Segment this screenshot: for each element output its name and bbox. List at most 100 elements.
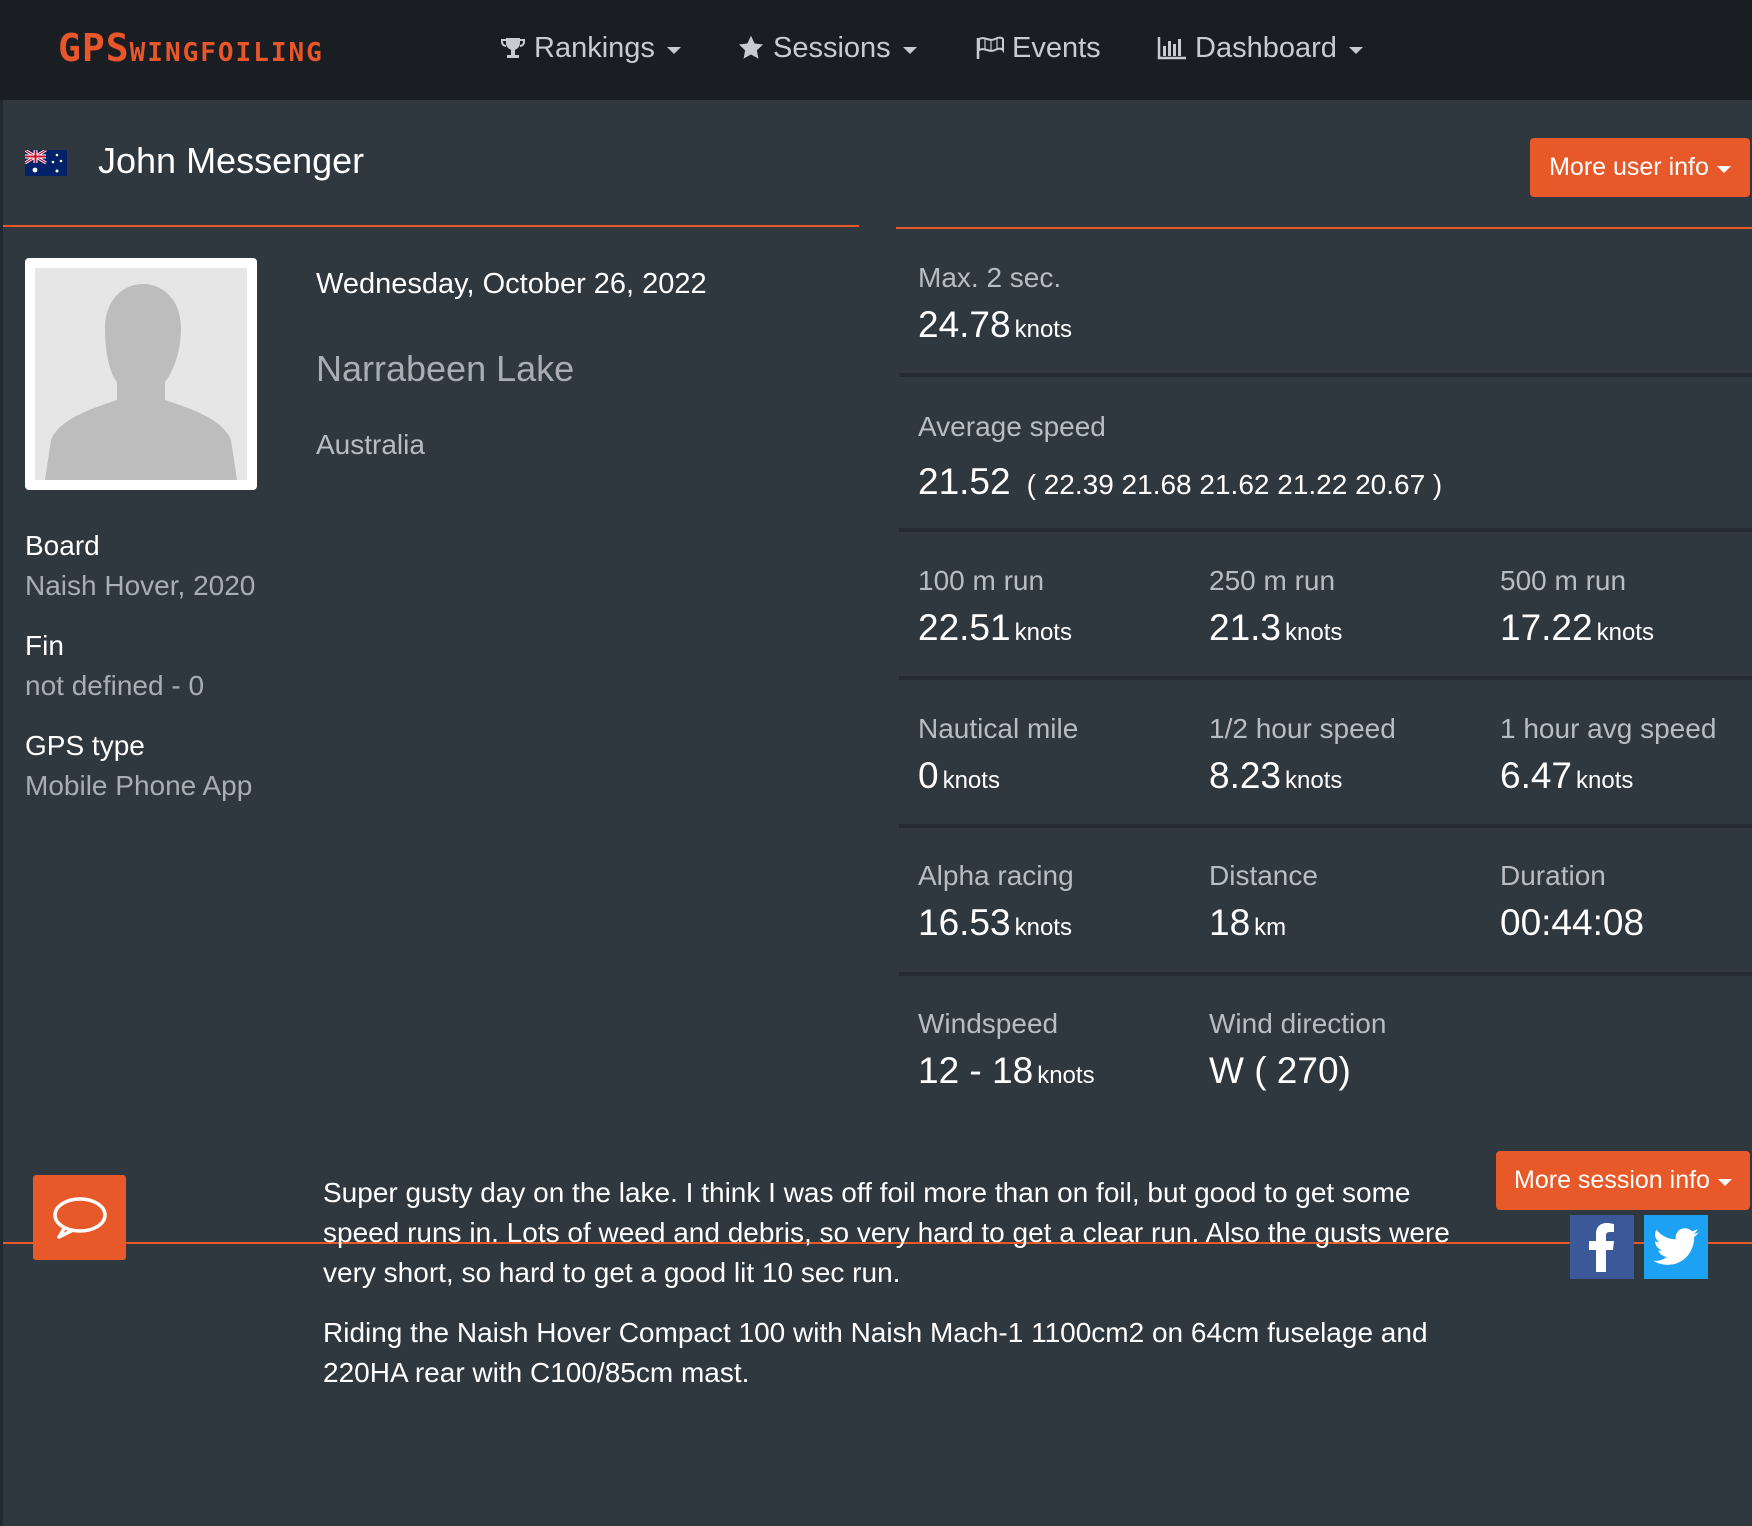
logo-gps-text: GPS: [58, 26, 130, 70]
stat-number: 00:44:08: [1500, 902, 1645, 943]
more-session-info-label: More session info: [1514, 1166, 1710, 1194]
more-session-info-button[interactable]: More session info: [1496, 1151, 1750, 1210]
stat-label: Duration: [1500, 860, 1606, 891]
session-date: Wednesday, October 26, 2022: [316, 268, 707, 300]
twitter-icon: [1653, 1228, 1699, 1265]
stat-value: 21.3 knots: [1209, 605, 1342, 656]
stat-one-hour-avg-speed: 1 hour avg speed 6.47 knots: [1500, 711, 1716, 804]
stat-value: 17.22 knots: [1500, 605, 1654, 656]
stat-label: 500 m run: [1500, 565, 1627, 596]
stat-separator: [899, 528, 1752, 532]
stat-number: 0: [918, 755, 939, 796]
stat-value: 12 - 18 knots: [918, 1048, 1095, 1099]
stat-windspeed: Windspeed 12 - 18 knots: [918, 1006, 1095, 1099]
stat-number: 21.3: [1209, 607, 1282, 648]
more-user-info-label: More user info: [1549, 153, 1709, 181]
australia-flag-icon: [25, 150, 67, 176]
stat-unit: knots: [1596, 619, 1654, 646]
flag-icon: [976, 36, 1004, 60]
fin-value: not defined - 0: [25, 670, 205, 701]
stat-number: 8.23: [1209, 755, 1282, 796]
stat-100m-run: 100 m run 22.51 knots: [918, 563, 1072, 656]
stat-value: 24.78 knots: [918, 302, 1072, 353]
gps-type-value: Mobile Phone App: [25, 770, 253, 801]
nav-sessions-label: Sessions: [773, 32, 891, 64]
stat-wind-direction: Wind direction W ( 270): [1209, 1006, 1386, 1094]
stat-unit: knots: [942, 767, 1000, 794]
stat-label: 1 hour avg speed: [1500, 713, 1717, 744]
chevron-down-icon: [666, 46, 681, 54]
session-spot[interactable]: Narrabeen Lake: [316, 346, 574, 392]
nav-dashboard[interactable]: Dashboard: [1157, 28, 1363, 68]
board-label: Board: [25, 530, 100, 561]
stat-label: Nautical mile: [918, 713, 1079, 744]
stat-number: 18: [1209, 902, 1251, 943]
comment-button[interactable]: [33, 1175, 126, 1260]
chevron-down-icon: [1716, 166, 1731, 173]
stat-number: W ( 270): [1209, 1050, 1351, 1091]
stat-separator: [899, 824, 1752, 828]
stat-500m-run: 500 m run 17.22 knots: [1500, 563, 1654, 656]
stat-value: 6.47 knots: [1500, 753, 1716, 804]
stat-avg-runs: ( 22.39 21.68 21.62 21.22 20.67 ): [1026, 469, 1443, 500]
nav-events-label: Events: [1012, 32, 1101, 64]
divider-left: [3, 225, 859, 227]
stat-label: 100 m run: [918, 565, 1045, 596]
stat-separator: [899, 972, 1752, 976]
stat-label: Wind direction: [1209, 1008, 1387, 1039]
comment-paragraph: Super gusty day on the lake. I think I w…: [323, 1177, 1450, 1288]
chevron-down-icon: [1348, 46, 1363, 54]
stat-separator: [899, 676, 1752, 680]
stat-number: 22.51: [918, 607, 1011, 648]
star-icon: [737, 34, 765, 62]
logo-wingfoiling-text: WINGFOILING: [129, 38, 324, 68]
trophy-icon: [500, 35, 526, 61]
stat-separator: [899, 373, 1752, 377]
divider-right: [896, 227, 1752, 229]
gps-type-label: GPS type: [25, 730, 145, 761]
stat-unit: knots: [1014, 316, 1072, 343]
stat-nautical-mile: Nautical mile 0 knots: [918, 711, 1078, 804]
facebook-share-button[interactable]: [1570, 1215, 1634, 1279]
bar-chart-icon: [1157, 36, 1187, 60]
stat-number: 17.22: [1500, 607, 1593, 648]
stat-unit: knots: [1014, 914, 1072, 941]
stat-label: 1/2 hour speed: [1209, 713, 1396, 744]
nav-events[interactable]: Events: [976, 28, 1101, 68]
stat-number: 12 - 18: [918, 1050, 1034, 1091]
user-silhouette-icon: [35, 268, 247, 480]
nav-sessions[interactable]: Sessions: [737, 28, 917, 68]
site-logo[interactable]: GPSWINGFOILING: [58, 28, 324, 73]
top-navbar: GPSWINGFOILING Rankings Sessions Events …: [0, 0, 1752, 100]
stat-250m-run: 250 m run 21.3 knots: [1209, 563, 1342, 656]
stat-value: W ( 270): [1209, 1048, 1386, 1094]
more-user-info-button[interactable]: More user info: [1530, 138, 1750, 197]
stat-number: 24.78: [918, 304, 1011, 345]
stat-value: 22.51 knots: [918, 605, 1072, 656]
nav-dashboard-label: Dashboard: [1195, 32, 1337, 64]
board-value: Naish Hover, 2020: [25, 570, 256, 601]
nav-rankings-label: Rankings: [534, 32, 655, 64]
fin-label: Fin: [25, 630, 64, 661]
stat-max-2-sec: Max. 2 sec. 24.78 knots: [918, 260, 1072, 353]
stat-value: 16.53 knots: [918, 900, 1074, 951]
stat-label: Max. 2 sec.: [918, 262, 1062, 293]
stat-alpha-racing: Alpha racing 16.53 knots: [918, 858, 1074, 951]
stat-number: 16.53: [918, 902, 1011, 943]
chevron-down-icon: [1717, 1179, 1732, 1186]
stat-label: Average speed: [918, 411, 1106, 442]
stat-label: Alpha racing: [918, 860, 1074, 891]
comment-icon: [52, 1196, 107, 1239]
stat-label: 250 m run: [1209, 565, 1336, 596]
stat-value: 8.23 knots: [1209, 753, 1396, 804]
stat-unit: km: [1254, 914, 1287, 941]
stat-value: 00:44:08: [1500, 900, 1644, 946]
chevron-down-icon: [902, 46, 917, 54]
user-name[interactable]: John Messenger: [98, 138, 364, 184]
twitter-share-button[interactable]: [1644, 1215, 1708, 1279]
stat-number: 6.47: [1500, 755, 1573, 796]
stat-label: Windspeed: [918, 1008, 1059, 1039]
stat-label: Distance: [1209, 860, 1318, 891]
nav-rankings[interactable]: Rankings: [500, 28, 681, 68]
stat-average-speed: Average speed 21.52 ( 22.39 21.68 21.62 2…: [918, 409, 1442, 508]
